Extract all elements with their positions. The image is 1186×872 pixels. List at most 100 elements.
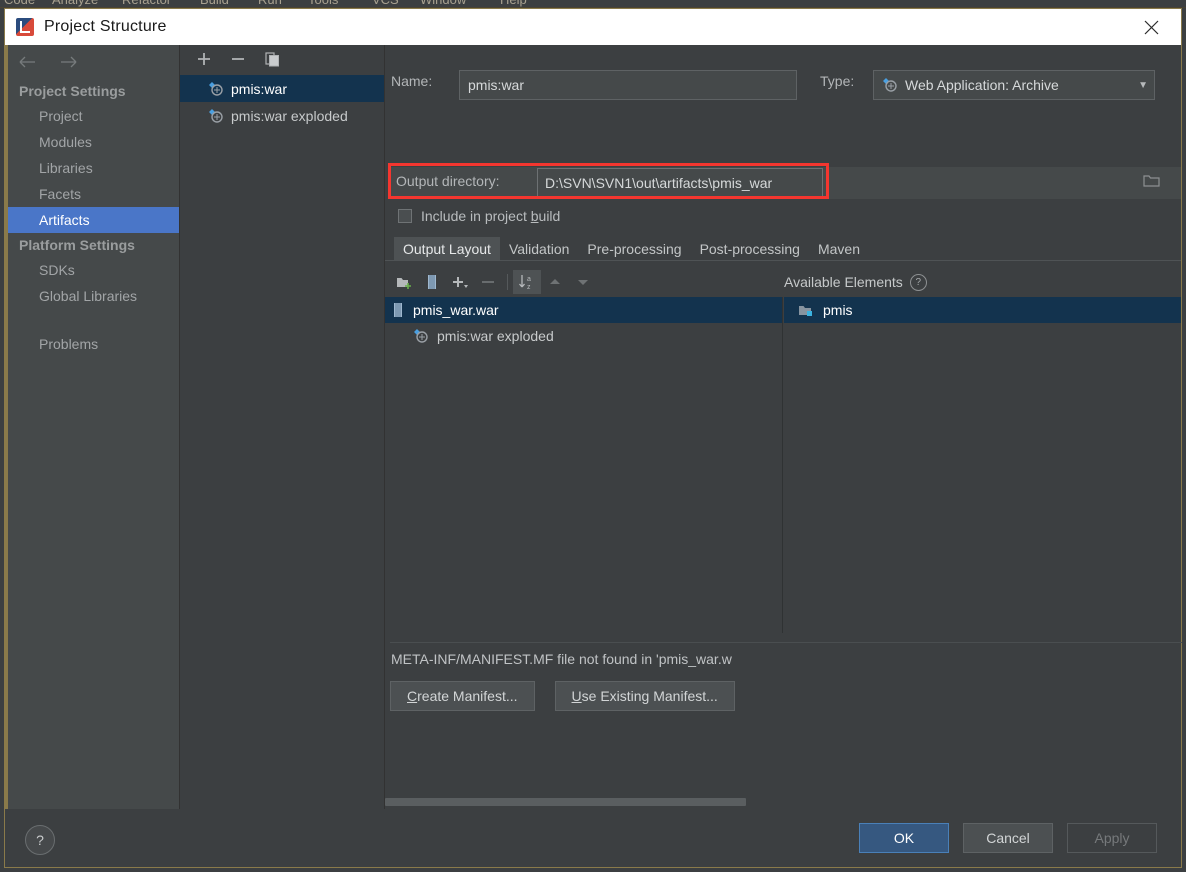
artifact-icon	[208, 108, 224, 124]
plus-dropdown-icon[interactable]	[446, 270, 474, 294]
menu-item-help[interactable]: Help	[500, 0, 527, 7]
sidebar-item-project[interactable]: Project	[5, 103, 179, 129]
sidebar-nav	[5, 45, 179, 79]
sidebar-item-libraries[interactable]: Libraries	[5, 155, 179, 181]
module-folder-icon	[798, 303, 815, 318]
name-label: Name:	[391, 73, 433, 89]
dialog-title: Project Structure	[44, 18, 167, 35]
remove-artifact-button[interactable]	[228, 49, 248, 69]
artifacts-toolbar	[180, 45, 384, 73]
settings-sidebar: Project Settings Project Modules Librari…	[5, 45, 180, 809]
menu-item-refactor[interactable]: Refactor	[122, 0, 171, 7]
output-directory-label: Output directory:	[396, 173, 500, 189]
type-select[interactable]: Web Application: Archive ▼	[873, 70, 1155, 100]
artifacts-list: pmis:war pmis:war exploded	[180, 75, 384, 129]
archive-icon[interactable]	[418, 270, 446, 294]
arrow-up-icon	[541, 270, 569, 294]
menu-item-tools[interactable]: Tools	[308, 0, 338, 7]
artifact-icon	[882, 77, 898, 93]
table-row-label: pmis:war exploded	[437, 328, 554, 344]
sort-az-icon[interactable]: a z	[513, 270, 541, 294]
arrow-down-icon	[569, 270, 597, 294]
output-directory-input[interactable]: D:\SVN\SVN1\out\artifacts\pmis_war	[537, 168, 823, 198]
table-row[interactable]: pmis:war exploded	[385, 323, 782, 349]
copy-artifact-button[interactable]	[262, 49, 282, 69]
include-in-project-build-label: Include in project build	[421, 208, 561, 224]
create-manifest-button[interactable]: Create Manifest...	[390, 681, 535, 711]
artifact-details-pane: Name: pmis:war Type: Web Application: Ar…	[385, 45, 1182, 846]
tab-post-processing[interactable]: Post-processing	[691, 237, 809, 261]
artifacts-list-pane: pmis:war pmis:war exploded	[180, 45, 385, 809]
horizontal-scrollbar-thumb[interactable]	[385, 798, 746, 806]
output-layout-toolbar: a z	[390, 269, 782, 295]
footer-buttons: OK Cancel Apply	[859, 823, 1157, 853]
table-row[interactable]: pmis_war.war	[385, 297, 782, 323]
intellij-idea-icon	[16, 18, 34, 36]
chevron-down-icon: ▼	[1138, 79, 1148, 91]
tab-validation[interactable]: Validation	[500, 237, 578, 261]
use-existing-manifest-button[interactable]: Use Existing Manifest...	[554, 681, 735, 711]
close-icon[interactable]	[1129, 9, 1173, 45]
type-label: Type:	[820, 73, 855, 89]
sidebar-item-global-libraries[interactable]: Global Libraries	[5, 283, 179, 309]
tab-pre-processing[interactable]: Pre-processing	[578, 237, 690, 261]
dialog-footer: ? OK Cancel Apply	[5, 809, 1181, 867]
sidebar-group-platform-settings: Platform Settings	[19, 237, 135, 253]
output-directory-value: D:\SVN\SVN1\out\artifacts\pmis_war	[545, 175, 773, 191]
sidebar-item-modules[interactable]: Modules	[5, 129, 179, 155]
list-item[interactable]: pmis:war	[180, 75, 384, 102]
archive-icon	[391, 302, 405, 318]
question-mark-icon[interactable]: ?	[909, 273, 927, 291]
cancel-button[interactable]: Cancel	[963, 823, 1053, 853]
name-input[interactable]: pmis:war	[459, 70, 797, 100]
table-row-label: pmis	[823, 302, 853, 318]
manifest-divider	[390, 642, 1182, 643]
folder-add-icon[interactable]	[390, 270, 418, 294]
artifact-icon	[413, 328, 429, 344]
menu-item-vcs[interactable]: VCS	[372, 0, 399, 7]
help-button[interactable]: ?	[25, 825, 55, 855]
sidebar-item-problems[interactable]: Problems	[5, 331, 179, 357]
name-row: Name:	[391, 73, 432, 89]
list-item[interactable]: pmis:war exploded	[180, 102, 384, 129]
dialog-titlebar: Project Structure	[5, 9, 1181, 45]
project-structure-dialog: Project Structure Project Settings Proje…	[4, 8, 1182, 868]
sidebar-edge	[5, 45, 8, 809]
sidebar-item-artifacts[interactable]: Artifacts	[5, 207, 179, 233]
tab-output-layout[interactable]: Output Layout	[394, 237, 500, 261]
include-in-project-build-checkbox[interactable]: Include in project build	[398, 208, 560, 224]
table-row[interactable]: pmis	[784, 297, 1181, 323]
details-tabs: Output Layout Validation Pre-processing …	[394, 237, 1181, 261]
sidebar-item-facets[interactable]: Facets	[5, 181, 179, 207]
tab-maven[interactable]: Maven	[809, 237, 869, 261]
layout-trees: pmis_war.war pmis:war exploded pmis	[385, 297, 1181, 633]
sidebar-item-sdks[interactable]: SDKs	[5, 257, 179, 283]
menu-item-code[interactable]: Code	[4, 0, 35, 7]
toolbar-separator	[507, 274, 508, 290]
ok-button[interactable]: OK	[859, 823, 949, 853]
type-select-value: Web Application: Archive	[905, 77, 1059, 93]
table-row-label: pmis_war.war	[413, 302, 499, 318]
manifest-buttons: Create Manifest... Use Existing Manifest…	[390, 681, 735, 711]
output-layout-tree: pmis_war.war pmis:war exploded	[385, 297, 783, 633]
sidebar-group-project-settings: Project Settings	[19, 83, 126, 99]
menu-item-run[interactable]: Run	[258, 0, 282, 7]
available-elements-tree: pmis	[784, 297, 1181, 633]
svg-text:z: z	[527, 284, 531, 290]
arrow-right-icon[interactable]	[57, 51, 79, 73]
list-item-label: pmis:war exploded	[231, 107, 348, 124]
available-elements-title: Available Elements	[784, 274, 903, 290]
folder-browse-icon[interactable]	[1143, 173, 1161, 188]
menu-item-window[interactable]: Window	[420, 0, 466, 7]
type-row: Type:	[820, 73, 854, 89]
arrow-left-icon[interactable]	[17, 51, 39, 73]
tabs-divider	[385, 260, 1181, 261]
menu-item-build[interactable]: Build	[200, 0, 229, 7]
manifest-message: META-INF/MANIFEST.MF file not found in '…	[391, 651, 732, 667]
menu-item-analyze[interactable]: Analyze	[52, 0, 98, 7]
screen: Code Analyze Refactor Build Run Tools VC…	[0, 0, 1186, 872]
minus-icon	[474, 270, 502, 294]
list-item-label: pmis:war	[231, 80, 288, 97]
add-artifact-button[interactable]	[194, 49, 214, 69]
